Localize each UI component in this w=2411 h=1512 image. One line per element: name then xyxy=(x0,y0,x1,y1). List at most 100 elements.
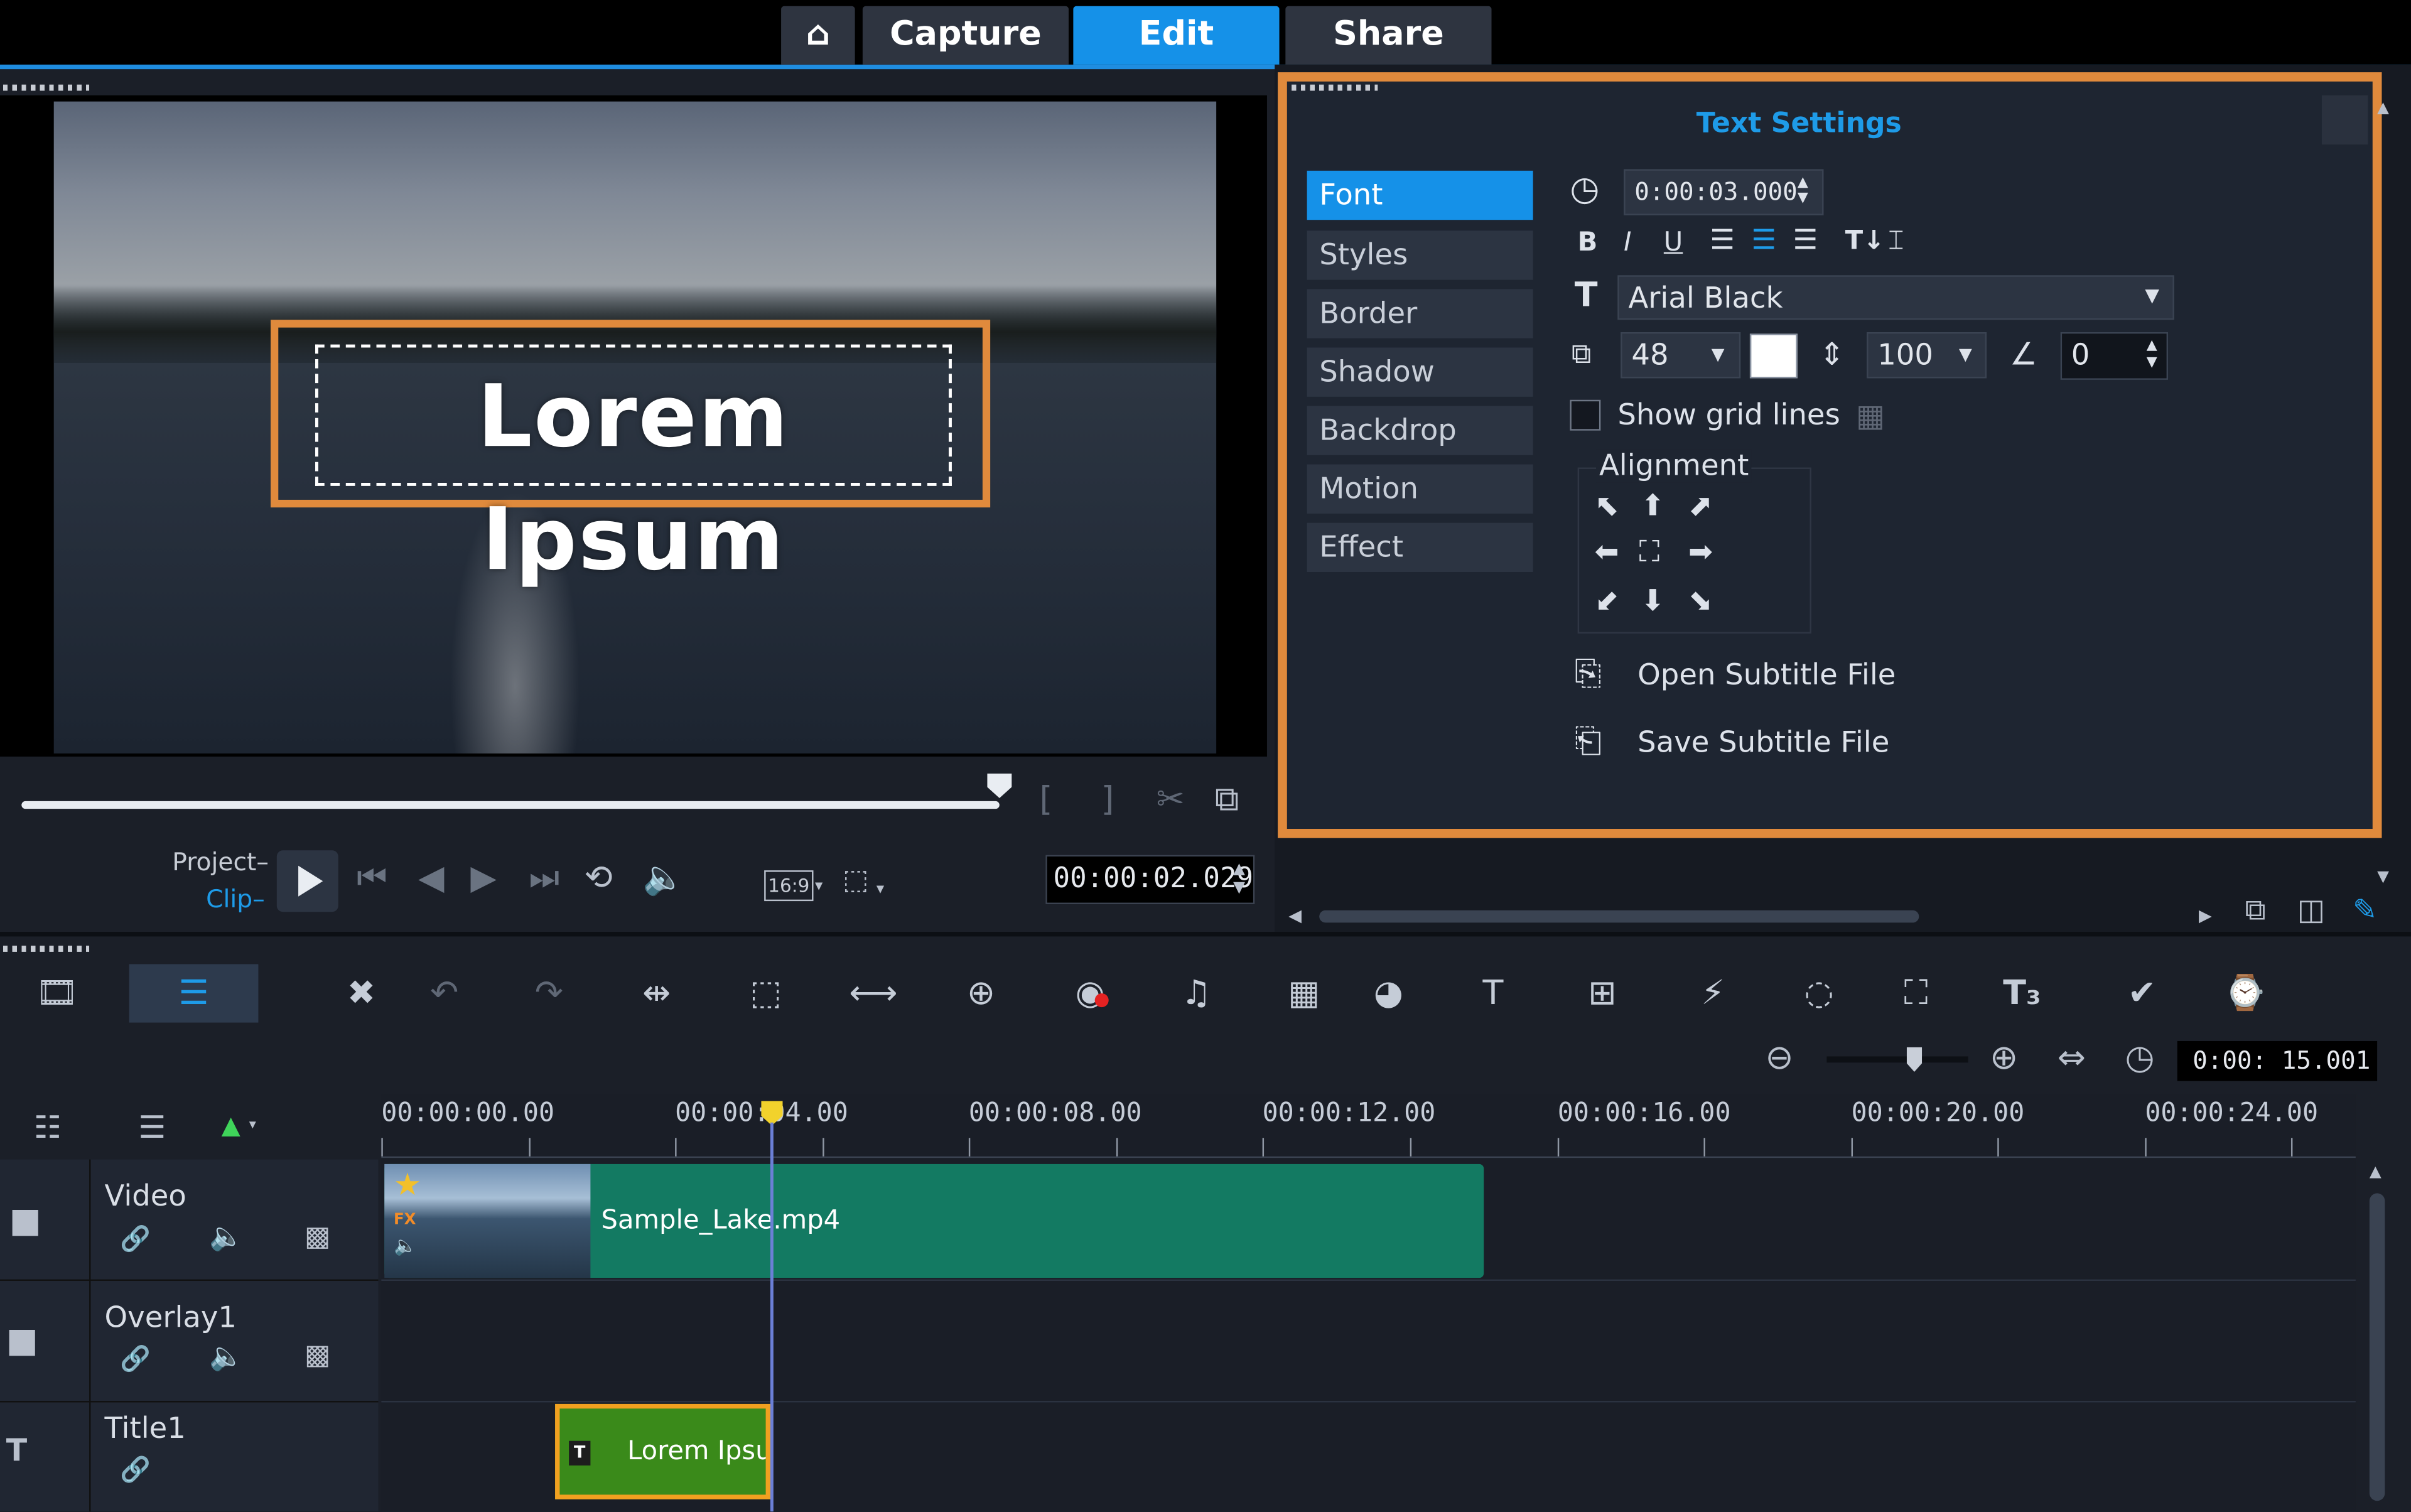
font-size-dropdown-icon[interactable]: ▼ xyxy=(1712,346,1725,363)
track-manager-icon[interactable]: ☷ xyxy=(34,1112,62,1143)
track-name-video[interactable]: Video xyxy=(105,1179,186,1213)
font-color-swatch[interactable] xyxy=(1749,333,1798,379)
duration-stepper-icon[interactable]: ▲ ▼ xyxy=(1798,175,1808,206)
font-select[interactable]: Arial Black xyxy=(1617,275,2174,320)
align-center-icon[interactable]: ☰ xyxy=(1751,225,1776,257)
tab-share[interactable]: Share xyxy=(1285,6,1492,65)
grid-lines-label[interactable]: Show grid lines xyxy=(1617,398,1840,432)
previous-frame-icon[interactable]: ◀ xyxy=(418,862,444,897)
timeline-vertical-scrollbar[interactable] xyxy=(2369,1193,2385,1501)
color-grading-icon[interactable]: ◕ xyxy=(1362,972,1415,1018)
align-center-middle-icon[interactable]: ⛶ xyxy=(1639,535,1660,569)
track-volume-icon[interactable]: 🔈 xyxy=(209,1343,244,1371)
preview-timecode[interactable]: 00:00:02.029 xyxy=(1045,855,1255,905)
duration-field[interactable]: 0:00:03.000 xyxy=(1624,169,1824,215)
split-screen-icon[interactable]: ⊞ xyxy=(1576,972,1628,1018)
side-tab-font[interactable]: Font xyxy=(1307,170,1533,220)
side-tab-backdrop[interactable]: Backdrop xyxy=(1307,406,1533,455)
text-orientation-icon[interactable]: ⌶ xyxy=(1888,226,1904,257)
home-start-icon[interactable]: ⏮ xyxy=(357,862,387,897)
scrubber-handle[interactable] xyxy=(987,773,1012,799)
redo-icon[interactable]: ↷ xyxy=(523,972,575,1018)
tab-edit[interactable]: Edit xyxy=(1073,6,1280,65)
storyboard-view-icon[interactable]: 🎞 xyxy=(31,972,83,1018)
split-clip-icon[interactable]: ✂ xyxy=(1157,784,1185,818)
align-middle-left-icon[interactable]: ⬅ xyxy=(1595,535,1619,569)
video-track-icon[interactable]: ■ xyxy=(9,1205,41,1239)
panel-grip[interactable] xyxy=(3,84,90,91)
ripple-dropdown-icon[interactable]: ▾ xyxy=(249,1119,256,1133)
playhead-line[interactable] xyxy=(770,1122,774,1512)
3d-title-icon[interactable]: T₃ xyxy=(1996,972,2048,1018)
track-name-overlay[interactable]: Overlay1 xyxy=(105,1301,237,1335)
side-tab-shadow[interactable]: Shadow xyxy=(1307,347,1533,397)
zoom-out-icon[interactable]: ⊖ xyxy=(1765,1042,1793,1076)
options-grip[interactable] xyxy=(1292,84,1378,91)
panel-scroll-down-icon[interactable]: ▼ xyxy=(2377,870,2389,885)
volume-icon[interactable]: 🔈 xyxy=(643,862,685,897)
align-bottom-left-icon[interactable]: ⬋ xyxy=(1595,585,1619,618)
side-tab-motion[interactable]: Motion xyxy=(1307,464,1533,514)
undo-icon[interactable]: ↶ xyxy=(418,972,470,1018)
bold-icon[interactable]: B xyxy=(1578,227,1598,258)
preview-title-text[interactable]: Lorem Ipsum xyxy=(315,357,952,603)
fit-project-icon[interactable]: ⇔ xyxy=(2058,1042,2086,1076)
ripple-icon[interactable]: ⟷ xyxy=(847,972,899,1018)
repeat-icon[interactable]: ⟲ xyxy=(585,862,613,897)
align-right-icon[interactable]: ☰ xyxy=(1793,225,1818,257)
side-tab-effect[interactable]: Effect xyxy=(1307,522,1533,573)
home-tab[interactable]: ⌂ xyxy=(781,6,855,65)
track-name-title[interactable]: Title1 xyxy=(105,1412,186,1445)
align-bottom-center-icon[interactable]: ⬇ xyxy=(1641,585,1665,618)
line-spacing-dropdown-icon[interactable]: ▼ xyxy=(1959,346,1972,363)
link-icon[interactable]: 🔗 xyxy=(120,1346,151,1371)
crop-dropdown-icon[interactable]: ▾ xyxy=(876,882,884,898)
project-mode-label[interactable]: Project– xyxy=(172,847,269,877)
multi-camera-icon[interactable]: ▦ xyxy=(1278,972,1330,1018)
next-frame-icon[interactable]: ▶ xyxy=(470,862,496,897)
panel-horizontal-scrollbar[interactable] xyxy=(1319,910,1919,923)
trim-icon[interactable]: ⬚ xyxy=(740,972,792,1018)
play-button[interactable] xyxy=(276,850,338,912)
tools-icon[interactable]: ✖ xyxy=(335,972,387,1018)
align-left-icon[interactable]: ☰ xyxy=(1710,225,1735,257)
overlay-track-lane[interactable] xyxy=(381,1281,2356,1403)
mark-out-icon[interactable]: ] xyxy=(1101,784,1114,818)
enlarge-preview-icon[interactable]: ⧉ xyxy=(1215,784,1239,818)
title-track-icon[interactable]: T xyxy=(6,1435,27,1466)
underline-icon[interactable]: U xyxy=(1664,227,1683,258)
zoom-slider-handle[interactable] xyxy=(1906,1047,1923,1072)
slip-icon[interactable]: ⊕ xyxy=(955,972,1007,1018)
grid-lines-checkbox[interactable] xyxy=(1570,399,1601,431)
link-icon[interactable]: 🔗 xyxy=(120,1457,151,1482)
panel-scroll-left-icon[interactable]: ◀ xyxy=(1288,907,1302,924)
subtitle-editor-icon[interactable]: T xyxy=(1467,972,1519,1018)
pan-zoom-icon[interactable]: ⛶ xyxy=(1890,972,1942,1018)
track-visibility-icon[interactable]: ▩ xyxy=(305,1223,331,1251)
align-top-center-icon[interactable]: ⬆ xyxy=(1641,489,1665,523)
add-track-icon[interactable]: ☰ xyxy=(138,1112,166,1143)
font-dropdown-icon[interactable]: ▼ xyxy=(2145,286,2159,305)
panel-scroll-up-icon[interactable]: ▲ xyxy=(2377,100,2389,117)
motion-tracking-icon[interactable]: ⚡ xyxy=(1687,972,1739,1018)
sound-mixer-icon[interactable]: ♫ xyxy=(1170,972,1222,1018)
save-subtitle-icon[interactable]: ⎗ xyxy=(1575,723,1602,761)
ripple-editing-icon[interactable]: ▲ xyxy=(222,1113,240,1138)
record-capture-icon[interactable]: ◉ xyxy=(1064,972,1116,1018)
overlay-track-icon[interactable]: ■ xyxy=(6,1325,38,1359)
angle-stepper-icon[interactable]: ▲ ▼ xyxy=(2147,338,2157,372)
side-tab-border[interactable]: Border xyxy=(1307,289,1533,338)
smart-package-icon[interactable]: ✔ xyxy=(2116,972,2168,1018)
tab-capture[interactable]: Capture xyxy=(862,6,1069,65)
link-icon[interactable]: 🔗 xyxy=(120,1226,151,1251)
zoom-slider[interactable] xyxy=(1826,1056,1968,1063)
mark-in-icon[interactable]: [ xyxy=(1040,784,1053,818)
crop-icon[interactable]: ⬚ xyxy=(843,867,869,895)
clip-mode-label[interactable]: Clip– xyxy=(206,884,265,914)
side-tab-styles[interactable]: Styles xyxy=(1307,230,1533,280)
panel-scroll-right-icon[interactable]: ▶ xyxy=(2199,907,2212,924)
align-middle-right-icon[interactable]: ➡ xyxy=(1688,535,1713,569)
fit-to-window-icon[interactable]: ⇹ xyxy=(630,972,682,1018)
track-volume-icon[interactable]: 🔈 xyxy=(209,1223,244,1251)
timecode-stepper-icon[interactable]: ▲ ▼ xyxy=(1233,861,1245,898)
